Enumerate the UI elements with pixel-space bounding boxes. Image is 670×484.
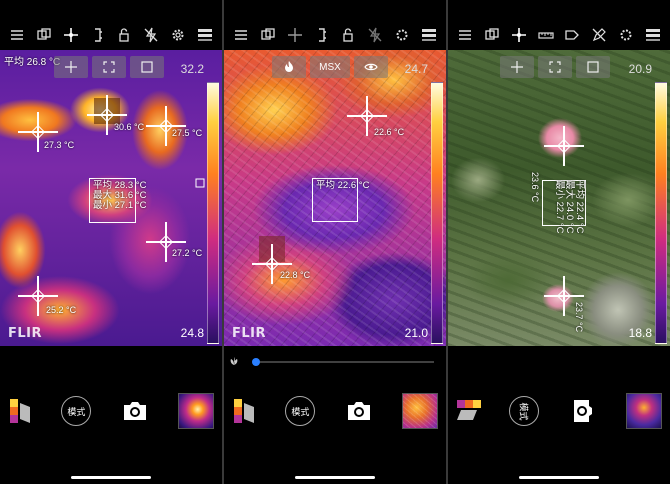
no-edit-icon[interactable] [591, 27, 607, 43]
color-scale-bar [655, 82, 667, 344]
copy-icon[interactable] [260, 27, 276, 43]
measure-toolbar [54, 56, 164, 78]
area-readout: 平均 22.4 °C 最大 24.0 °C 最小 22.7 °C [554, 180, 585, 234]
menu-icon[interactable] [233, 27, 249, 43]
spot-tool-icon[interactable] [500, 56, 534, 78]
mode-button[interactable]: 模式 [509, 396, 540, 426]
area-tool-icon[interactable] [92, 56, 126, 78]
palette-icon[interactable] [232, 395, 258, 427]
bottom-controls: 模式 [0, 386, 222, 436]
scale-max: 32.2 [180, 62, 204, 76]
spot-temp-label: 22.8 °C [280, 270, 311, 280]
home-indicator [71, 476, 151, 479]
spot-temp-label: 25.2 °C [46, 305, 77, 315]
bottom-controls: 模式 [224, 386, 446, 436]
thermal-view-panel-2: MSX 24.7 21.0 22.6 °C 22.8 °C 平均 22.6 °C… [224, 0, 446, 484]
lock-icon[interactable] [116, 27, 132, 43]
menu-icon[interactable] [9, 27, 25, 43]
spot-temp-label: 27.3 °C [44, 140, 75, 150]
flame-icon[interactable] [272, 56, 306, 78]
area-tool-icon[interactable] [538, 56, 572, 78]
msx-intensity-slider[interactable] [224, 353, 446, 371]
spot-temp-label: 27.2 °C [172, 248, 203, 258]
layers-icon[interactable] [197, 27, 213, 43]
layers-icon[interactable] [645, 27, 661, 43]
color-scale-bar [207, 82, 219, 344]
spot-temp-label: 23.6 °C [530, 172, 540, 203]
mode-label: 模式 [518, 401, 529, 421]
gallery-thumbnail[interactable] [625, 393, 662, 429]
bracket-icon[interactable] [90, 27, 106, 43]
area-max: 最大 24.0 °C [564, 180, 575, 234]
home-indicator [295, 476, 375, 479]
frame-tool-icon[interactable] [130, 56, 164, 78]
area-min: 最小 27.1 °C [93, 200, 147, 211]
camera-shutter-button[interactable] [567, 395, 599, 427]
spot-tool-icon[interactable] [54, 56, 88, 78]
spot-temp-label: 30.6 °C [114, 122, 145, 132]
lock-icon[interactable] [340, 27, 356, 43]
lotus-icon [230, 357, 238, 365]
scale-min: 24.8 [180, 326, 204, 340]
settings-gear-icon[interactable] [394, 27, 410, 43]
no-flash-icon[interactable] [367, 27, 383, 43]
copy-icon[interactable] [36, 27, 52, 43]
top-toolbar [224, 22, 446, 48]
home-indicator [519, 476, 599, 479]
average-temp-label: 平均 26.8 °C [4, 57, 61, 68]
tag-icon[interactable] [564, 27, 580, 43]
color-scale-bar [431, 82, 443, 344]
spot-temp-label: 22.6 °C [374, 127, 405, 137]
top-toolbar [0, 22, 222, 48]
mode-button[interactable]: 模式 [285, 396, 316, 426]
area-readout: 平均 22.6 °C [316, 181, 369, 191]
palette-icon[interactable] [8, 395, 34, 427]
visual-view-panel-3: 20.9 18.8 23.6 °C 23.7 °C 平均 22.4 °C 最大 … [448, 0, 670, 484]
scale-max: 24.7 [404, 62, 428, 76]
mode-button[interactable]: 模式 [61, 396, 92, 426]
settings-gear-icon[interactable] [618, 27, 634, 43]
camera-shutter-button[interactable] [343, 395, 375, 427]
area-min: 最小 22.7 °C [554, 180, 565, 234]
spot-temp-label: 23.7 °C [574, 302, 584, 333]
thermal-view-panel-1: 平均 26.8 °C 32.2 24.8 27.3 °C 30.6 °C 27.… [0, 0, 222, 484]
measure-toolbar [500, 56, 610, 78]
palette-icon[interactable] [453, 398, 485, 424]
layers-icon[interactable] [421, 27, 437, 43]
crosshair-icon[interactable] [287, 27, 303, 43]
top-toolbar [448, 22, 670, 48]
ruler-icon[interactable] [538, 27, 554, 43]
settings-gear-icon[interactable] [170, 27, 186, 43]
bottom-controls: 模式 [448, 386, 670, 436]
spot-temp-label: 27.5 °C [172, 128, 203, 138]
area-average: 平均 22.4 °C [574, 180, 585, 234]
camera-shutter-button[interactable] [119, 395, 151, 427]
menu-icon[interactable] [457, 27, 473, 43]
msx-toggle[interactable]: MSX [310, 56, 350, 78]
scale-min: 18.8 [628, 326, 652, 340]
scale-min: 21.0 [404, 326, 428, 340]
spot-meter[interactable] [146, 106, 186, 146]
eye-icon[interactable] [354, 56, 388, 78]
crosshair-icon[interactable] [63, 27, 79, 43]
crosshair-icon[interactable] [511, 27, 527, 43]
flir-logo: FLIR [8, 326, 43, 341]
edit-note-icon[interactable] [195, 178, 205, 188]
gallery-thumbnail[interactable] [401, 393, 438, 429]
frame-tool-icon[interactable] [576, 56, 610, 78]
area-readout: 平均 28.3 °C 最大 31.6 °C 最小 27.1 °C [93, 181, 146, 211]
mode-toolbar: MSX [272, 56, 388, 78]
bracket-icon[interactable] [314, 27, 330, 43]
scale-max: 20.9 [628, 62, 652, 76]
no-flash-icon[interactable] [143, 27, 159, 43]
gallery-thumbnail[interactable] [177, 393, 214, 429]
spot-meter[interactable] [544, 126, 584, 166]
flir-logo: FLIR [232, 326, 267, 341]
copy-icon[interactable] [484, 27, 500, 43]
area-average: 平均 22.6 °C [316, 180, 370, 191]
